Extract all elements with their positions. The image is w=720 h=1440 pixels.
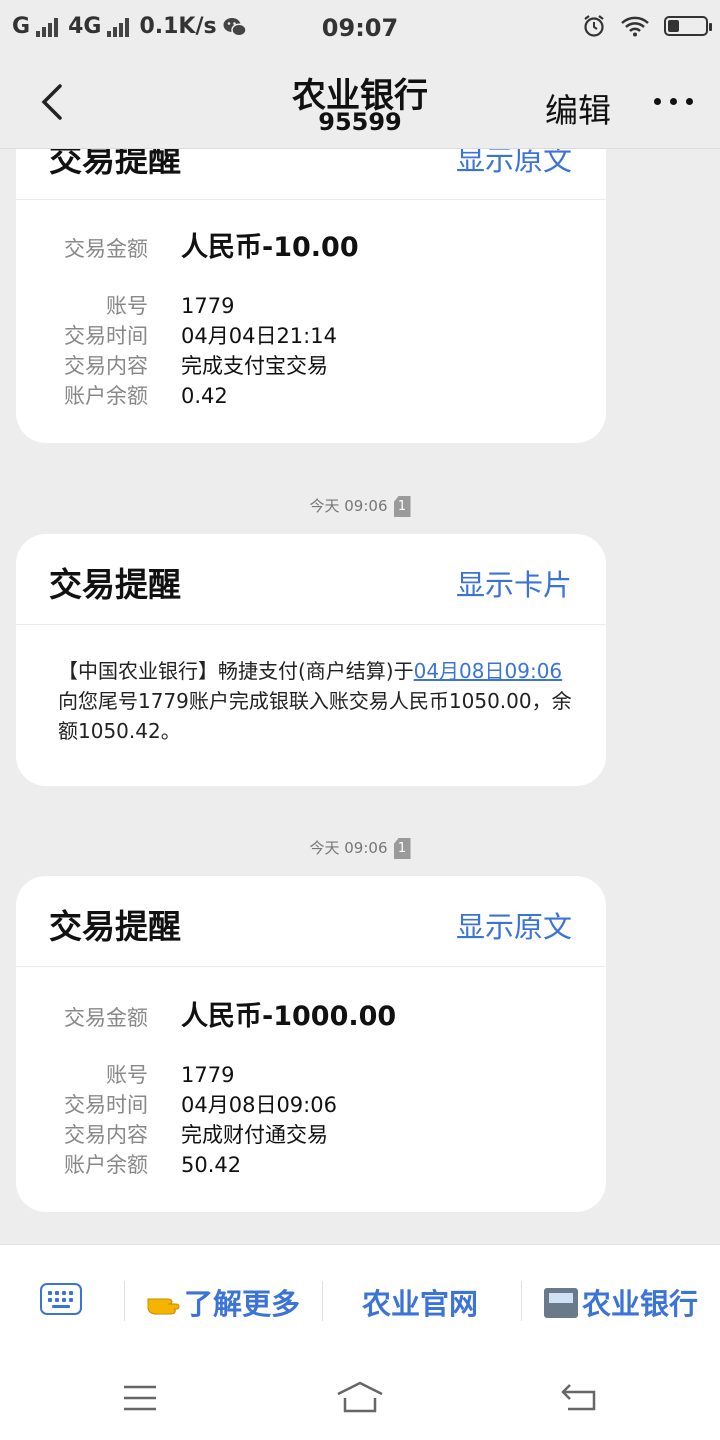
amount-label: 交易金额 xyxy=(64,1006,148,1030)
field-label: 账号 xyxy=(106,294,148,318)
card-header: 交易提醒 显示卡片 xyxy=(16,534,606,625)
keyboard-icon[interactable] xyxy=(40,1283,82,1315)
message-timestamp: 今天 09:06 1 xyxy=(0,495,720,517)
message-timestamp: 今天 09:06 1 xyxy=(0,837,720,859)
menu-official-site[interactable]: 农业官网 xyxy=(362,1281,478,1323)
message-list[interactable]: 交易提醒 显示原文 交易金额 人民币-10.00 账号 1779 交易时间 04… xyxy=(0,149,720,1243)
wifi-icon xyxy=(621,16,649,37)
amount-value: 人民币-1000.00 xyxy=(181,1001,397,1032)
atm-icon xyxy=(544,1288,578,1318)
show-original-button[interactable]: 显示原文 xyxy=(456,149,572,179)
card-title: 交易提醒 xyxy=(49,907,181,946)
field-row: 账户余额 0.42 xyxy=(44,380,228,410)
amount-value: 人民币-10.00 xyxy=(181,232,359,263)
message-card[interactable]: 交易提醒 显示原文 交易金额 人民币-10.00 账号 1779 交易时间 04… xyxy=(16,149,606,443)
sim-card-icon: 1 xyxy=(393,496,411,517)
sms-body: 【中国农业银行】畅捷支付(商户结算)于04月08日09:06 向您尾号1779账户… xyxy=(58,656,580,746)
field-value: 50.42 xyxy=(181,1153,242,1177)
timestamp-text: 今天 09:06 xyxy=(309,839,388,857)
system-nav-bar xyxy=(0,1356,720,1440)
show-card-button[interactable]: 显示卡片 xyxy=(456,562,572,604)
more-options-icon[interactable] xyxy=(654,98,693,105)
date-link[interactable]: 04月08日09:06 xyxy=(414,659,563,683)
alarm-icon xyxy=(584,15,604,37)
card-title: 交易提醒 xyxy=(49,565,181,604)
chat-header: 农业银行 95599 编辑 xyxy=(0,58,720,149)
field-value: 完成支付宝交易 xyxy=(181,354,328,378)
menu-divider xyxy=(521,1281,522,1321)
timestamp-text: 今天 09:06 xyxy=(309,497,388,515)
field-label: 交易时间 xyxy=(64,1093,148,1117)
field-row: 账户余额 50.42 xyxy=(44,1149,241,1179)
field-label: 交易时间 xyxy=(64,324,148,348)
field-value: 04月04日21:14 xyxy=(181,324,337,348)
amount-row: 交易金额 人民币-1000.00 xyxy=(44,994,396,1033)
menu-item-label: 农业银行 xyxy=(582,1287,699,1321)
menu-divider xyxy=(322,1281,323,1321)
battery-icon xyxy=(664,16,712,36)
field-row: 交易内容 完成财付通交易 xyxy=(44,1119,328,1149)
sms-text-part: 【中国农业银行】畅捷支付(商户结算)于 xyxy=(58,659,414,683)
field-row: 交易内容 完成支付宝交易 xyxy=(44,350,328,380)
sim-card-icon: 1 xyxy=(393,838,411,859)
field-value: 04月08日09:06 xyxy=(181,1093,337,1117)
field-row: 账号 1779 xyxy=(44,290,234,320)
back-nav-icon[interactable] xyxy=(560,1382,598,1412)
card-title: 交易提醒 xyxy=(49,149,181,179)
pointing-finger-icon xyxy=(147,1298,180,1315)
battery-level xyxy=(668,20,679,32)
field-row: 交易时间 04月04日21:14 xyxy=(44,320,337,350)
amount-row: 交易金额 人民币-10.00 xyxy=(44,225,359,264)
edit-button[interactable]: 编辑 xyxy=(545,84,611,132)
service-menu: 了解更多 农业官网 农业银行 xyxy=(0,1244,720,1357)
show-original-button[interactable]: 显示原文 xyxy=(456,904,572,946)
message-card[interactable]: 交易提醒 显示卡片 【中国农业银行】畅捷支付(商户结算)于04月08日09:06… xyxy=(16,534,606,786)
field-value: 1779 xyxy=(181,1063,235,1087)
menu-divider xyxy=(124,1281,125,1321)
card-header: 交易提醒 显示原文 xyxy=(16,149,606,200)
menu-learn-more[interactable]: 了解更多 xyxy=(146,1281,300,1323)
field-label: 账户余额 xyxy=(64,1153,148,1177)
status-right xyxy=(582,14,712,38)
status-bar: G 4G 0.1K/s 09:07 xyxy=(0,0,720,58)
field-value: 完成财付通交易 xyxy=(181,1123,328,1147)
field-label: 账号 xyxy=(106,1063,148,1087)
menu-icon[interactable] xyxy=(122,1384,158,1412)
field-label: 账户余额 xyxy=(64,384,148,408)
sms-text-part: 向您尾号1779账户完成银联入账交易人民币1050.00，余额1050.42。 xyxy=(58,689,572,743)
amount-label: 交易金额 xyxy=(64,237,148,261)
field-label: 交易内容 xyxy=(64,354,148,378)
field-row: 交易时间 04月08日09:06 xyxy=(44,1089,337,1119)
contact-number: 95599 xyxy=(318,108,402,136)
field-value: 1779 xyxy=(181,294,235,318)
field-row: 账号 1779 xyxy=(44,1059,234,1089)
message-card[interactable]: 交易提醒 显示原文 交易金额 人民币-1000.00 账号 1779 交易时间 … xyxy=(16,876,606,1212)
home-icon[interactable] xyxy=(336,1380,384,1414)
card-header: 交易提醒 显示原文 xyxy=(16,876,606,967)
field-value: 0.42 xyxy=(181,384,228,408)
menu-item-label: 了解更多 xyxy=(184,1287,301,1321)
field-label: 交易内容 xyxy=(64,1123,148,1147)
menu-item-label: 农业官网 xyxy=(362,1287,479,1321)
menu-abc-bank[interactable]: 农业银行 xyxy=(544,1281,698,1323)
